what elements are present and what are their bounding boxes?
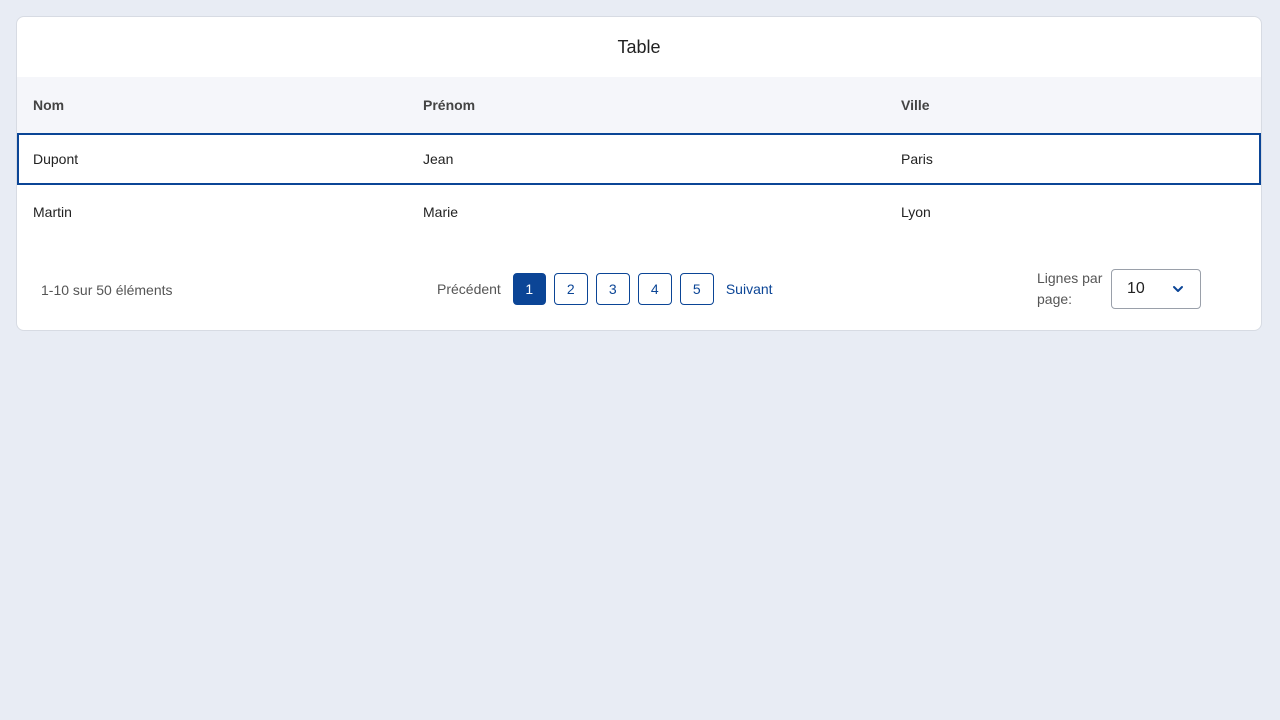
card-title: Table <box>617 37 661 57</box>
cell-ville: Paris <box>901 151 933 167</box>
page-button-2[interactable]: 2 <box>553 273 588 305</box>
cell-prenom: Jean <box>423 151 454 167</box>
table-footer: 1-10 sur 50 éléments Précédent 1 2 3 4 5… <box>17 238 1261 328</box>
cell-prenom: Marie <box>423 203 459 220</box>
next-page-link[interactable]: Suivant <box>726 281 773 297</box>
cell-nom: Dupont <box>33 151 79 167</box>
rows-per-page-label: Lignes par page: <box>1037 270 1103 307</box>
page-button-4[interactable]: 4 <box>637 273 672 305</box>
page-button-1[interactable]: 1 <box>512 273 546 305</box>
page-button-3[interactable]: 3 <box>595 273 630 305</box>
cell-nom: Martin <box>33 203 72 220</box>
column-header-prenom[interactable]: Prénom <box>407 97 885 113</box>
data-table: Nom Prénom Ville Dupont Jean Paris Marti… <box>17 77 1261 238</box>
pagination-range-text: 1-10 sur 50 éléments <box>41 282 173 298</box>
table-row[interactable]: Dupont Jean Paris <box>17 133 1261 185</box>
previous-page-link[interactable]: Précédent <box>437 281 501 297</box>
column-header-nom[interactable]: Nom <box>17 97 407 113</box>
column-header-ville[interactable]: Ville <box>885 97 1261 113</box>
page-button-5[interactable]: 5 <box>679 273 714 305</box>
table-card: Table Nom Prénom Ville Dupont Jean Paris… <box>16 16 1262 331</box>
rows-per-page-select[interactable]: 10 <box>1111 269 1201 309</box>
rows-per-page-value: 10 <box>1127 280 1145 297</box>
table-header-row: Nom Prénom Ville <box>17 77 1261 133</box>
pagination: Précédent 1 2 3 4 5 Suivant <box>437 273 773 305</box>
cell-ville: Lyon <box>901 203 931 220</box>
table-row[interactable]: Martin Marie Lyon <box>17 185 1261 238</box>
chevron-down-icon <box>1173 286 1183 292</box>
